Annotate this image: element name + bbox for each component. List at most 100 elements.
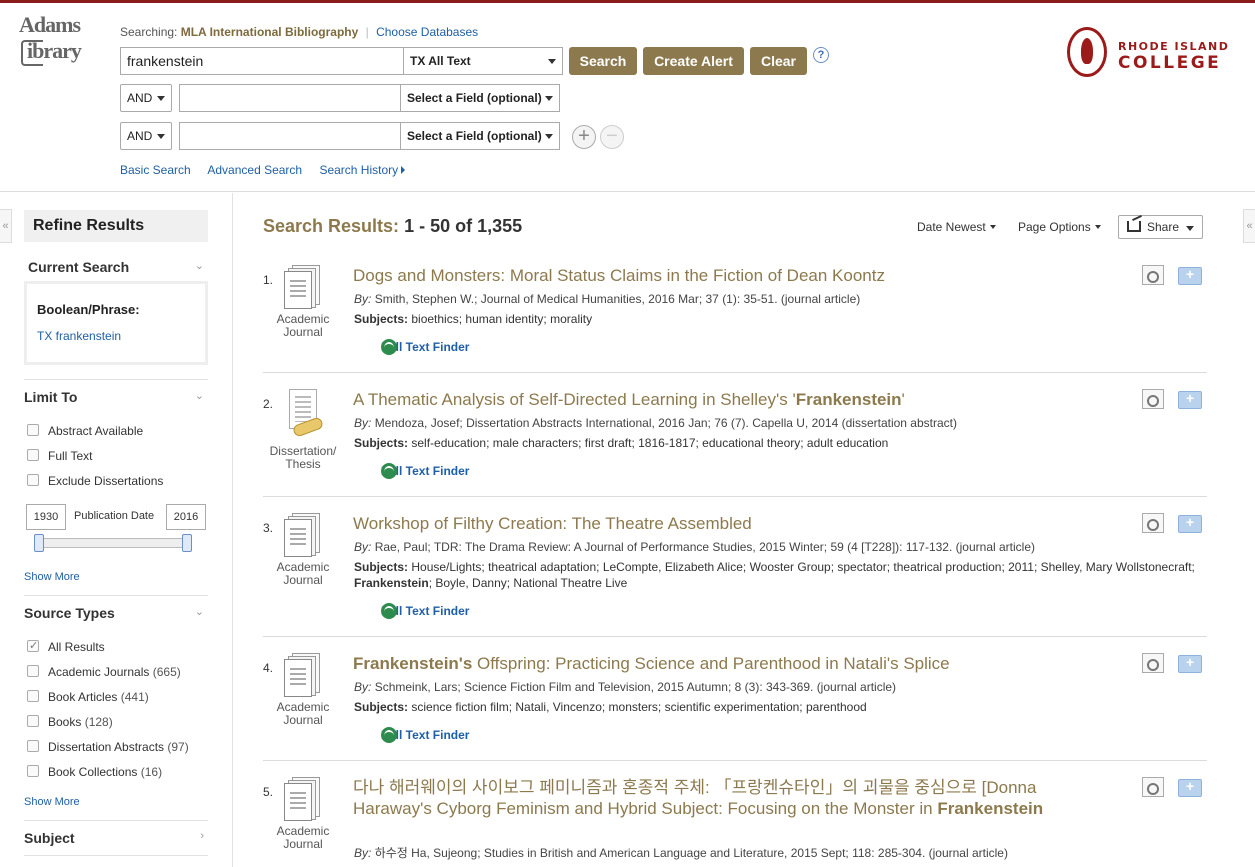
source-all-results-checkbox[interactable]: All Results bbox=[27, 639, 105, 654]
limit-full-text-checkbox[interactable]: Full Text bbox=[27, 449, 92, 463]
page-options-dropdown[interactable]: Page Options bbox=[1018, 220, 1101, 234]
chevron-down-icon bbox=[157, 134, 165, 139]
source-count: (665) bbox=[152, 665, 181, 679]
limits-show-more-link[interactable]: Show More bbox=[24, 571, 80, 583]
result-actions bbox=[1142, 265, 1204, 287]
publication-type[interactable]: Academic Journal bbox=[269, 777, 337, 851]
limit-to-header[interactable]: Limit To ⌄ bbox=[24, 389, 208, 405]
result-byline: By: 하수정 Ha, Sujeong; Studies in British … bbox=[354, 846, 1008, 860]
publication-type[interactable]: Academic Journal bbox=[269, 265, 337, 339]
bool-select-2[interactable]: AND bbox=[120, 84, 172, 112]
source-label: Academic Journals bbox=[48, 665, 150, 679]
search-links: Basic Search Advanced Search Search Hist… bbox=[120, 163, 419, 177]
sources-show-more-link[interactable]: Show More bbox=[24, 796, 80, 808]
results-label: Search Results: bbox=[263, 216, 400, 236]
bool-value: AND bbox=[127, 91, 153, 105]
basic-search-link[interactable]: Basic Search bbox=[120, 163, 191, 177]
year-from-input[interactable]: 1930 bbox=[26, 504, 66, 530]
field-select-value: Select a Field (optional) bbox=[407, 91, 542, 105]
preview-icon[interactable] bbox=[1142, 389, 1164, 409]
publication-type[interactable]: Dissertation/Thesis bbox=[269, 389, 337, 471]
add-row-icon[interactable]: + bbox=[572, 125, 596, 149]
bool-select-3[interactable]: AND bbox=[120, 122, 172, 150]
collapse-right-icon[interactable]: « bbox=[1243, 209, 1255, 243]
result-item: 2. Dissertation/Thesis A Thematic Analys… bbox=[263, 389, 1207, 489]
current-search-header[interactable]: Current Search ⌄ bbox=[24, 259, 208, 275]
source-label: Dissertation Abstracts bbox=[48, 740, 165, 754]
full-text-finder-icon bbox=[381, 727, 397, 743]
limit-abstract-checkbox[interactable]: Abstract Available bbox=[27, 424, 143, 438]
date-slider-handle-right[interactable] bbox=[182, 534, 192, 552]
result-divider bbox=[263, 496, 1207, 497]
limit-exclude-dissertations-checkbox[interactable]: Exclude Dissertations bbox=[27, 474, 163, 488]
chevron-right-icon: › bbox=[200, 830, 204, 842]
result-divider bbox=[263, 636, 1207, 637]
preview-icon[interactable] bbox=[1142, 513, 1164, 533]
search-button[interactable]: Search bbox=[569, 47, 637, 75]
add-to-folder-icon[interactable] bbox=[1178, 514, 1202, 533]
chevron-down-icon: ⌄ bbox=[194, 260, 204, 272]
field-select-2[interactable]: Select a Field (optional) bbox=[400, 84, 560, 112]
subject-header[interactable]: Subject › bbox=[24, 830, 208, 846]
full-text-finder-link[interactable]: Full Text Finder bbox=[354, 463, 469, 479]
publication-type-label: Dissertation/Thesis bbox=[269, 444, 337, 471]
preview-icon[interactable] bbox=[1142, 777, 1164, 797]
clear-button[interactable]: Clear bbox=[750, 47, 807, 75]
limit-label: Exclude Dissertations bbox=[48, 474, 164, 488]
logo-line2: ibrary bbox=[27, 38, 82, 63]
search-input-2[interactable] bbox=[179, 84, 401, 112]
source-dissertation-abstracts-checkbox[interactable]: Dissertation Abstracts (97) bbox=[27, 740, 189, 754]
result-actions bbox=[1142, 389, 1204, 411]
date-slider-handle-left[interactable] bbox=[34, 534, 44, 552]
choose-databases-link[interactable]: Choose Databases bbox=[376, 25, 478, 39]
academic-journal-icon bbox=[284, 653, 322, 697]
source-book-collections-checkbox[interactable]: Book Collections (16) bbox=[27, 765, 162, 779]
result-subjects: Subjects: House/Lights; theatrical adapt… bbox=[354, 560, 1195, 590]
add-to-folder-icon[interactable] bbox=[1178, 654, 1202, 673]
full-text-finder-icon bbox=[381, 603, 397, 619]
remove-row-icon[interactable]: − bbox=[600, 125, 624, 149]
preview-icon[interactable] bbox=[1142, 653, 1164, 673]
date-slider-track[interactable] bbox=[36, 538, 192, 548]
add-to-folder-icon[interactable] bbox=[1178, 266, 1202, 285]
divider bbox=[24, 595, 208, 596]
create-alert-button[interactable]: Create Alert bbox=[643, 47, 744, 75]
checkbox-box bbox=[27, 715, 39, 727]
share-button[interactable]: Share bbox=[1118, 215, 1203, 239]
source-label: All Results bbox=[48, 640, 105, 654]
result-title-link[interactable]: Workshop of Filthy Creation: The Theatre… bbox=[353, 513, 1113, 534]
result-title-link[interactable]: Frankenstein's Offspring: Practicing Sci… bbox=[353, 653, 1113, 674]
source-academic-journals-checkbox[interactable]: Academic Journals (665) bbox=[27, 665, 181, 679]
adams-library-logo[interactable]: Adams ibrary bbox=[19, 12, 103, 72]
search-history-link[interactable]: Search History bbox=[319, 163, 406, 177]
publication-type[interactable]: Academic Journal bbox=[269, 513, 337, 587]
divider bbox=[24, 855, 208, 856]
result-title-link[interactable]: 다나 해러웨이의 사이보그 페미니즘과 혼종적 주체: 「프랑켄슈타인」의 괴물… bbox=[353, 777, 1053, 819]
full-text-finder-link[interactable]: Full Text Finder bbox=[354, 339, 469, 355]
search-input[interactable]: frankenstein bbox=[120, 47, 404, 75]
publication-type[interactable]: Academic Journal bbox=[269, 653, 337, 727]
year-to-input[interactable]: 2016 bbox=[166, 504, 206, 530]
full-text-finder-link[interactable]: Full Text Finder bbox=[354, 727, 469, 743]
add-to-folder-icon[interactable] bbox=[1178, 390, 1202, 409]
source-books-checkbox[interactable]: Books (128) bbox=[27, 715, 113, 729]
full-text-finder-link[interactable]: Full Text Finder bbox=[354, 603, 469, 619]
preview-icon[interactable] bbox=[1142, 265, 1164, 285]
subject-label: Subject bbox=[24, 830, 75, 846]
advanced-search-link[interactable]: Advanced Search bbox=[207, 163, 302, 177]
current-search-term[interactable]: TX frankenstein bbox=[37, 329, 195, 343]
checkbox-box bbox=[27, 765, 39, 777]
sort-dropdown[interactable]: Date Newest bbox=[917, 220, 996, 234]
add-to-folder-icon[interactable] bbox=[1178, 778, 1202, 797]
result-title-link[interactable]: Dogs and Monsters: Moral Status Claims i… bbox=[353, 265, 1113, 286]
help-icon[interactable]: ? bbox=[813, 47, 829, 63]
chevron-down-icon bbox=[1186, 226, 1194, 231]
field-select-1[interactable]: TX All Text bbox=[403, 47, 563, 75]
source-book-articles-checkbox[interactable]: Book Articles (441) bbox=[27, 690, 149, 704]
checkbox-box bbox=[27, 449, 39, 461]
result-title-link[interactable]: A Thematic Analysis of Self-Directed Lea… bbox=[353, 389, 1113, 410]
chevron-down-icon: ⌄ bbox=[194, 606, 204, 618]
source-types-header[interactable]: Source Types ⌄ bbox=[24, 605, 208, 621]
search-input-3[interactable] bbox=[179, 122, 401, 150]
field-select-3[interactable]: Select a Field (optional) bbox=[400, 122, 560, 150]
